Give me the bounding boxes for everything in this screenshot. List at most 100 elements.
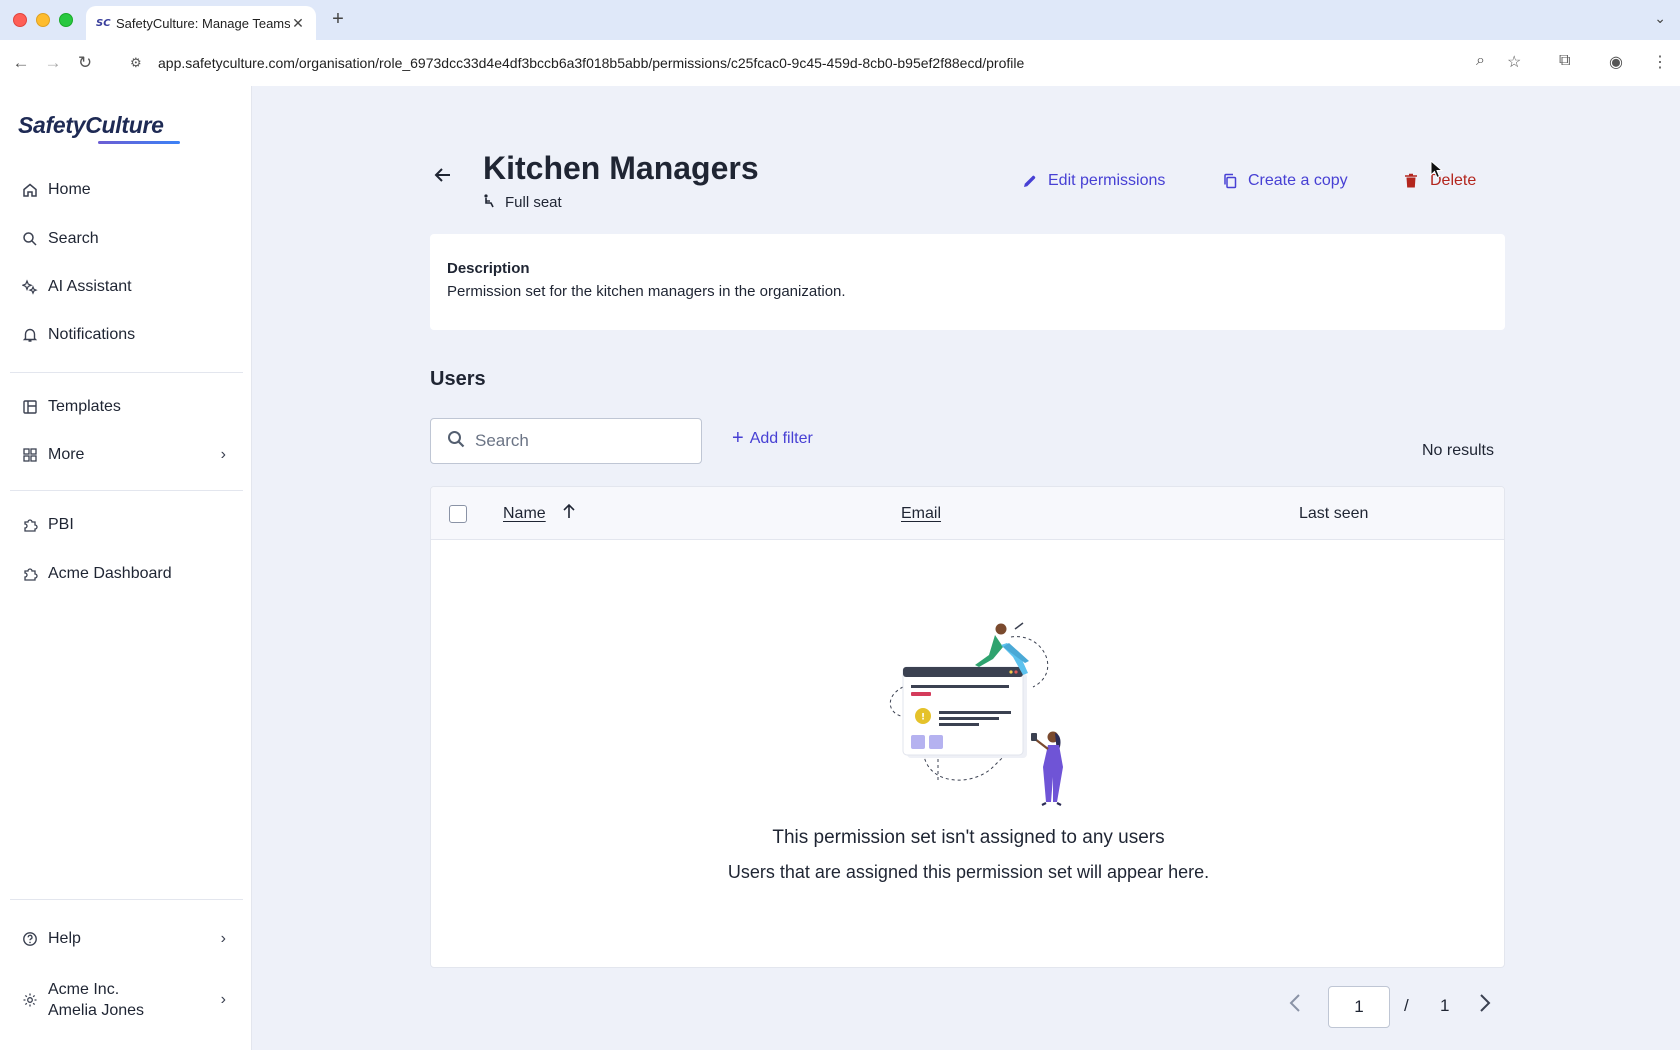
- column-header-last-seen: Last seen: [1299, 505, 1369, 522]
- empty-state-illustration: !: [890, 622, 1063, 806]
- close-window-button[interactable]: [13, 13, 27, 27]
- search-icon: [22, 231, 38, 247]
- seat-label: Full seat: [505, 194, 562, 211]
- users-heading: Users: [430, 368, 486, 390]
- gear-icon: [22, 992, 38, 1008]
- previous-page-icon[interactable]: [1288, 992, 1302, 1020]
- favicon-icon: SC: [96, 17, 111, 29]
- sidebar-item-label: PBI: [48, 516, 74, 533]
- logo-underline: [98, 141, 180, 144]
- pagination-separator: /: [1404, 996, 1409, 1015]
- maximize-window-button[interactable]: [59, 13, 73, 27]
- sidebar: SafetyCulture Home Search AI Assistant N…: [0, 86, 252, 1050]
- pagination-total: 1: [1440, 996, 1450, 1015]
- profile-icon[interactable]: ◉: [1609, 52, 1623, 72]
- tab-close-icon[interactable]: ✕: [290, 15, 306, 32]
- sidebar-item-pbi[interactable]: PBI: [12, 506, 240, 544]
- description-heading: Description: [447, 260, 530, 277]
- sidebar-divider: [10, 372, 243, 373]
- description-card: Description Permission set for the kitch…: [430, 234, 1505, 330]
- browser-menu-icon[interactable]: ⋮: [1652, 52, 1668, 72]
- select-all-checkbox[interactable]: [449, 505, 467, 523]
- sidebar-item-label: Notifications: [48, 326, 136, 343]
- main-content: Kitchen Managers Full seat Edit permissi…: [252, 86, 1680, 1050]
- help-circle-icon: [22, 931, 38, 947]
- chevron-right-icon: ›: [220, 991, 226, 1008]
- sidebar-item-label: Acme Dashboard: [48, 565, 172, 582]
- zoom-icon[interactable]: ⌕: [1476, 52, 1485, 70]
- column-header-email[interactable]: Email: [901, 505, 941, 523]
- puzzle-icon: [22, 566, 38, 582]
- browser-toolbar: ← → ↻ ⚙ app.safetyculture.com/organisati…: [0, 40, 1680, 86]
- sidebar-divider: [10, 490, 243, 491]
- plus-icon: +: [732, 427, 744, 449]
- user-name: Amelia Jones: [48, 1002, 145, 1019]
- extensions-icon[interactable]: ⧉: [1559, 52, 1570, 70]
- home-icon: [22, 182, 38, 198]
- table-header: Name Email Last seen: [431, 487, 1504, 540]
- pencil-icon: [1022, 174, 1040, 189]
- sidebar-item-notifications[interactable]: Notifications: [12, 316, 240, 354]
- seat-icon: [483, 194, 499, 211]
- create-copy-label: Create a copy: [1248, 172, 1348, 189]
- user-search-box[interactable]: [430, 418, 702, 464]
- sidebar-item-label: Home: [48, 181, 91, 198]
- next-page-icon[interactable]: [1478, 992, 1492, 1020]
- org-user-label: Acme Inc. Amelia Jones: [48, 979, 144, 1021]
- org-name: Acme Inc.: [48, 981, 120, 998]
- sidebar-item-label: AI Assistant: [48, 278, 132, 295]
- browser-tab[interactable]: SC SafetyCulture: Manage Teams ✕: [86, 6, 316, 40]
- copy-icon: [1222, 173, 1240, 189]
- svg-text:!: !: [921, 713, 925, 723]
- sort-ascending-icon[interactable]: [562, 503, 576, 524]
- edit-permissions-button[interactable]: Edit permissions: [1022, 172, 1165, 190]
- sidebar-item-label: Help: [48, 930, 81, 947]
- template-icon: [22, 399, 38, 415]
- sidebar-item-help[interactable]: Help ›: [12, 920, 240, 958]
- edit-permissions-label: Edit permissions: [1048, 172, 1166, 189]
- add-filter-button[interactable]: + Add filter: [732, 427, 813, 450]
- empty-state-title: This permission set isn't assigned to an…: [772, 827, 1165, 848]
- tab-title: SafetyCulture: Manage Teams: [116, 15, 290, 31]
- forward-icon[interactable]: →: [42, 53, 64, 73]
- mouse-cursor-icon: [1430, 160, 1444, 179]
- tab-search-chevron-icon[interactable]: ⌄: [1654, 10, 1666, 27]
- sidebar-item-more[interactable]: More ›: [12, 436, 240, 474]
- back-icon[interactable]: ←: [10, 53, 32, 73]
- reload-icon[interactable]: ↻: [74, 53, 96, 73]
- sidebar-item-ai-assistant[interactable]: AI Assistant: [12, 268, 240, 306]
- users-table: Name Email Last seen ! This permission s…: [430, 486, 1505, 968]
- safetyculture-logo[interactable]: SafetyCulture: [18, 112, 164, 139]
- add-filter-label: Add filter: [749, 429, 813, 447]
- address-bar[interactable]: ⚙ app.safetyculture.com/organisation/rol…: [120, 46, 1540, 80]
- seat-type: Full seat: [483, 194, 562, 211]
- sidebar-item-label: More: [48, 446, 85, 463]
- create-copy-button[interactable]: Create a copy: [1222, 172, 1348, 190]
- minimize-window-button[interactable]: [36, 13, 50, 27]
- description-text: Permission set for the kitchen managers …: [447, 283, 846, 300]
- puzzle-icon: [22, 517, 38, 533]
- chevron-right-icon: ›: [220, 446, 226, 463]
- results-count: No results: [1421, 442, 1494, 459]
- sidebar-item-home[interactable]: Home: [12, 171, 240, 209]
- bell-icon: [22, 327, 38, 343]
- chevron-right-icon: ›: [220, 930, 226, 947]
- grid-icon: [22, 447, 38, 463]
- site-info-icon[interactable]: ⚙: [130, 55, 146, 71]
- bookmark-star-icon[interactable]: ☆: [1507, 52, 1521, 72]
- sidebar-item-templates[interactable]: Templates: [12, 388, 240, 426]
- sidebar-item-label: Search: [48, 230, 99, 247]
- new-tab-button[interactable]: +: [328, 8, 348, 31]
- column-header-name[interactable]: Name: [503, 505, 546, 523]
- search-icon: [447, 430, 467, 453]
- trash-icon: [1404, 173, 1422, 189]
- page-number-input[interactable]: 1: [1328, 986, 1390, 1028]
- empty-state-subtitle: Users that are assigned this permission …: [727, 862, 1210, 882]
- org-switcher[interactable]: Acme Inc. Amelia Jones ›: [12, 974, 240, 1026]
- back-arrow-icon[interactable]: [432, 164, 454, 192]
- sidebar-item-search[interactable]: Search: [12, 220, 240, 258]
- sidebar-item-acme-dashboard[interactable]: Acme Dashboard: [12, 555, 240, 593]
- sparkle-icon: [22, 279, 38, 295]
- browser-tab-bar: SC SafetyCulture: Manage Teams ✕ + ⌄: [0, 0, 1680, 40]
- user-search-input[interactable]: [475, 431, 675, 451]
